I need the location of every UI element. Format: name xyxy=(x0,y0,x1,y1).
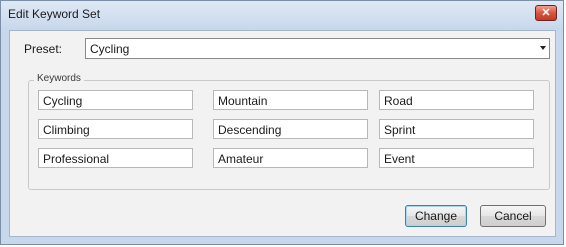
title-bar[interactable]: Edit Keyword Set ✕ xyxy=(1,1,563,27)
preset-dropdown[interactable]: Cycling xyxy=(85,38,550,59)
keyword-field[interactable]: Amateur xyxy=(213,148,368,168)
preset-label: Preset: xyxy=(24,42,63,56)
keyword-field[interactable]: Professional xyxy=(38,148,193,168)
keyword-text: Cycling xyxy=(43,94,83,108)
keyword-field[interactable]: Climbing xyxy=(38,119,193,139)
dialog-title: Edit Keyword Set xyxy=(8,7,101,21)
keyword-text: Climbing xyxy=(43,123,90,137)
keyword-text: Professional xyxy=(43,152,110,166)
cancel-button[interactable]: Cancel xyxy=(480,205,546,227)
keyword-text: Event xyxy=(384,152,415,166)
close-icon: ✕ xyxy=(541,6,551,19)
keywords-group-label: Keywords xyxy=(34,73,84,84)
chevron-down-icon xyxy=(540,46,546,50)
change-button-label: Change xyxy=(414,209,458,223)
keyword-text: Mountain xyxy=(218,94,268,108)
close-button[interactable]: ✕ xyxy=(535,5,557,21)
keyword-text: Amateur xyxy=(218,152,264,166)
keyword-text: Sprint xyxy=(384,123,416,137)
keyword-field[interactable]: Event xyxy=(379,148,534,168)
keyword-field[interactable]: Road xyxy=(379,90,534,110)
keyword-field[interactable]: Descending xyxy=(213,119,368,139)
keywords-group: Keywords Cycling Mountain Road Climbing … xyxy=(28,73,550,190)
keyword-text: Descending xyxy=(218,123,282,137)
keyword-text: Road xyxy=(384,94,413,108)
keyword-field[interactable]: Mountain xyxy=(213,90,368,110)
keyword-field[interactable]: Cycling xyxy=(38,90,193,110)
dialog-client-area: Preset: Cycling Keywords Cycling Mountai… xyxy=(9,30,556,237)
keyword-field[interactable]: Sprint xyxy=(379,119,534,139)
preset-selected-value: Cycling xyxy=(90,42,130,56)
change-button[interactable]: Change xyxy=(405,205,467,227)
cancel-button-label: Cancel xyxy=(494,209,532,223)
dialog-window: Edit Keyword Set ✕ Preset: Cycling Keywo… xyxy=(0,0,564,245)
